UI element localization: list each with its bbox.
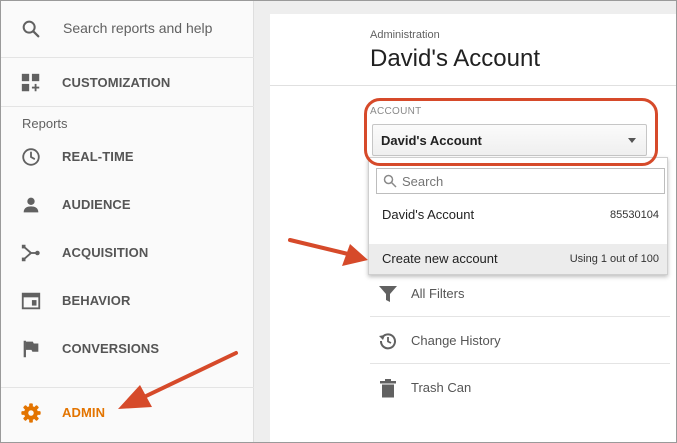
account-option-id: 85530104 [610,209,659,221]
list-item-change-history[interactable]: Change History [370,319,670,363]
list-item-all-filters[interactable]: All Filters [370,272,670,316]
page-header: Administration David's Account [270,14,677,86]
sidebar-item-label: REAL-TIME [62,149,134,164]
dropdown-account-option[interactable]: David's Account 85530104 [369,200,667,230]
sidebar-item-conversions[interactable]: CONVERSIONS [0,327,254,371]
trash-icon [380,379,396,398]
list-divider [370,363,670,364]
list-item-trash-can[interactable]: Trash Can [370,366,670,410]
search-reports[interactable]: Search reports and help [0,0,254,58]
create-new-account-option[interactable]: Create new account Using 1 out of 100 [369,244,667,274]
sidebar-item-customization[interactable]: CUSTOMIZATION [0,61,254,105]
sidebar-item-label: CUSTOMIZATION [62,75,171,90]
customization-icon [21,73,40,92]
sidebar-item-admin[interactable]: ADMIN [0,391,254,435]
account-usage-count: Using 1 out of 100 [569,253,659,265]
sidebar-item-acquisition[interactable]: ACQUISITION [0,231,254,275]
caret-down-icon [628,138,636,143]
page-title: David's Account [370,45,541,72]
account-dropdown: David's Account 85530104 Create new acco… [368,157,668,275]
flag-icon [23,340,39,358]
sidebar-item-label: ADMIN [62,405,106,420]
filter-icon [379,286,397,302]
sidebar-item-label: BEHAVIOR [62,293,131,308]
create-account-label: Create new account [382,251,498,266]
behavior-icon [21,292,41,310]
sidebar-item-label: CONVERSIONS [62,341,160,356]
acquisition-icon [21,244,40,262]
dropdown-search[interactable] [376,168,665,194]
dropdown-search-input[interactable] [402,172,652,190]
sidebar-item-label: AUDIENCE [62,197,131,212]
list-item-label: Change History [411,333,501,348]
sidebar-item-real-time[interactable]: REAL-TIME [0,135,254,179]
account-option-name: David's Account [382,207,475,222]
sidebar-item-label: ACQUISITION [62,245,149,260]
account-label: ACCOUNT [370,106,422,117]
reports-section-title: Reports [22,116,68,131]
list-divider [370,316,670,317]
person-icon [23,197,39,213]
sidebar-item-audience[interactable]: AUDIENCE [0,183,254,227]
sidebar: Search reports and help CUSTOMIZATION Re… [0,0,254,443]
search-icon [383,174,397,188]
account-select-value: David's Account [381,133,482,148]
list-item-label: Trash Can [411,380,472,395]
gear-icon [21,403,41,423]
history-icon [379,333,396,350]
search-icon [22,20,40,38]
clock-icon [22,148,40,166]
sidebar-item-behavior[interactable]: BEHAVIOR [0,279,254,323]
sidebar-divider [0,106,254,107]
breadcrumb: Administration [370,29,440,41]
list-item-label: All Filters [411,286,465,301]
sidebar-divider [0,387,254,388]
account-select[interactable]: David's Account [372,124,647,156]
search-reports-label: Search reports and help [63,20,213,36]
